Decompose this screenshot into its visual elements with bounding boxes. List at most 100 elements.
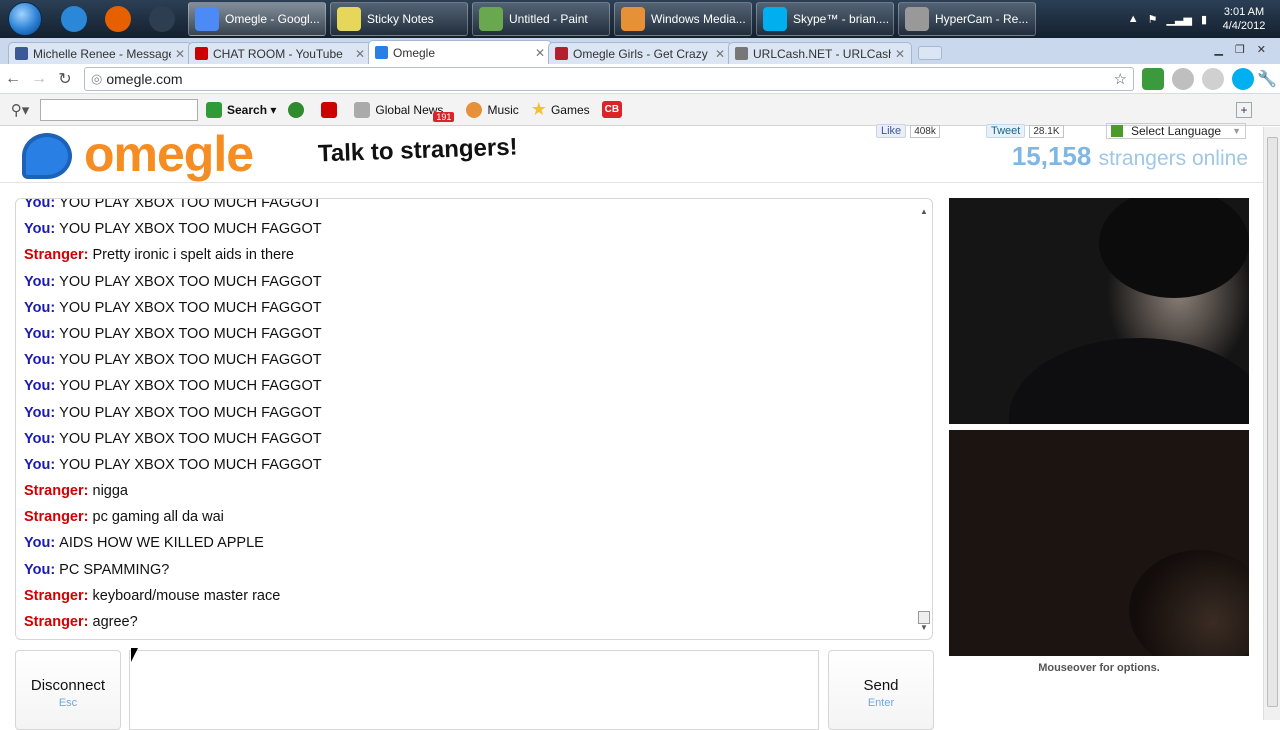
chat-message: You: YOU PLAY XBOX TOO MUCH FAGGOT (24, 198, 904, 216)
wrench-menu-icon[interactable]: 🔧 (1254, 66, 1280, 92)
message-sender: You (24, 198, 51, 211)
taskbar-item[interactable]: Untitled - Paint (472, 2, 610, 36)
stranger-video[interactable] (949, 198, 1249, 424)
taskbar-item[interactable]: Omegle - Googl... (188, 2, 326, 36)
browser-tab[interactable]: Michelle Renee - Messages ✕ (8, 42, 192, 64)
language-select[interactable]: Select Language ▼ (1106, 123, 1246, 139)
show-hidden-icons-icon[interactable]: ▲ (1128, 13, 1139, 25)
taskbar-item[interactable]: Skype™ - brian.... (756, 2, 894, 36)
browser-tab[interactable]: Omegle ✕ (368, 40, 552, 64)
new-tab-button[interactable] (918, 46, 942, 60)
search-input[interactable] (40, 98, 198, 121)
chat-message: Stranger: pc gaming all da wai (24, 509, 224, 526)
scroll-down-icon[interactable]: ▼ (917, 623, 931, 635)
close-tab-icon[interactable]: ✕ (175, 47, 185, 61)
skype-icon (763, 7, 787, 31)
taskbar-item[interactable]: Sticky Notes (330, 2, 468, 36)
bookmark-star-icon[interactable]: ☆ (1114, 70, 1127, 88)
message-text: AIDS HOW WE KILLED APPLE (59, 535, 264, 552)
minimize-icon[interactable]: ▁ (1214, 43, 1222, 56)
favicon-icon (735, 47, 748, 60)
chat-message: You: AIDS HOW WE KILLED APPLE (24, 535, 264, 552)
start-button[interactable] (8, 2, 42, 36)
toolbar-green-button[interactable] (288, 101, 309, 118)
search-button[interactable]: Search ▾ (206, 101, 276, 118)
send-label: Send (863, 677, 899, 694)
disconnect-button[interactable]: Disconnect Esc (15, 650, 121, 730)
extension-feed-icon[interactable] (1202, 67, 1224, 90)
youtube-icon (321, 101, 338, 118)
favicon-icon (555, 47, 568, 60)
search-icon[interactable]: ⚲▾ (0, 101, 40, 119)
chat-area: You: YOU PLAY XBOX TOO MUCH FAGGOT You: Y… (0, 184, 1280, 730)
facebook-like[interactable]: Like 408k (876, 124, 940, 138)
battery-icon[interactable]: ▮ (1201, 13, 1207, 26)
skype-extension-icon[interactable] (1232, 67, 1254, 90)
browser-tab[interactable]: CHAT ROOM - YouTube ✕ (188, 42, 372, 64)
network-signal-icon[interactable]: ▁▃▅ (1167, 13, 1192, 26)
message-text: YOU PLAY XBOX TOO MUCH FAGGOT (59, 352, 322, 369)
hypercam-icon (905, 7, 929, 31)
omegle-logo-icon (22, 133, 72, 179)
message-sender: Stranger (24, 509, 84, 526)
action-center-flag-icon[interactable]: ⚑ (1148, 13, 1158, 26)
tweet-button[interactable]: Tweet (986, 124, 1026, 138)
music-button[interactable]: Music (466, 101, 519, 118)
message-text: YOU PLAY XBOX TOO MUCH FAGGOT (59, 430, 322, 447)
extension-globe-icon[interactable] (1172, 67, 1194, 90)
news-icon (354, 101, 371, 118)
tweet[interactable]: Tweet 28.1K (986, 124, 1064, 138)
stranger-hair (1099, 198, 1249, 298)
send-button[interactable]: Send Enter (828, 650, 934, 730)
browser-tab[interactable]: URLCash.NET - URLCash.NI ✕ (728, 42, 912, 64)
close-tab-icon[interactable]: ✕ (715, 47, 725, 61)
chat-scrollbar[interactable]: ▲ ▼ (917, 207, 931, 635)
browser-tab[interactable]: Omegle Girls - Get Crazy wi ✕ (548, 42, 732, 64)
scroll-up-icon[interactable]: ▲ (917, 207, 931, 219)
message-text: PC SPAMMING? (59, 561, 170, 578)
address-bar[interactable]: ◎ omegle.com ☆ (84, 66, 1134, 91)
clock[interactable]: 3:01 AM 4/4/2012 (1216, 5, 1272, 33)
forward-button[interactable]: → (26, 66, 52, 92)
extension-green-icon[interactable] (1142, 67, 1164, 90)
close-tab-icon[interactable]: ✕ (535, 46, 545, 60)
star-icon: ★ (530, 99, 547, 119)
global-news-button[interactable]: Global News 191 (354, 98, 455, 122)
self-video[interactable] (949, 430, 1249, 656)
message-text: agree? (92, 614, 138, 630)
restore-icon[interactable]: ❐ (1235, 43, 1245, 56)
message-text: pc gaming all da wai (92, 509, 224, 526)
taskbar-item[interactable]: Windows Media... (614, 2, 752, 36)
back-button[interactable]: ← (0, 66, 26, 92)
chevron-down-icon: ▼ (1232, 126, 1241, 136)
youtube-button[interactable] (321, 101, 342, 118)
pinned-firefox-button[interactable] (96, 1, 140, 37)
pinned-app-button[interactable] (140, 1, 184, 37)
chat-log-box[interactable]: You: YOU PLAY XBOX TOO MUCH FAGGOT You: Y… (15, 198, 933, 640)
pinned-ie-button[interactable] (52, 1, 96, 37)
add-toolbar-button[interactable]: + (1236, 101, 1252, 118)
search-toolbar: ⚲▾ Search ▾ Global News 191 Music ★ Game… (0, 94, 1280, 126)
windows-taskbar: Omegle - Googl... Sticky Notes Untitled - … (0, 0, 1280, 38)
reload-button[interactable]: ↻ (52, 66, 78, 92)
chat-log: You: YOU PLAY XBOX TOO MUCH FAGGOT You: Y… (24, 198, 904, 635)
chat-message: You: YOU PLAY XBOX TOO MUCH FAGGOT (24, 404, 322, 421)
omegle-logo[interactable]: omegle (84, 125, 254, 183)
cb-icon: CB (601, 101, 623, 118)
games-button[interactable]: ★ Games (531, 99, 590, 120)
favicon-icon (195, 47, 208, 60)
message-sender: You (24, 456, 51, 473)
close-window-icon[interactable]: ✕ (1257, 43, 1266, 56)
clock-time: 3:01 AM (1223, 6, 1265, 18)
page-scroll-thumb[interactable] (1267, 137, 1278, 707)
message-input[interactable] (129, 650, 819, 730)
close-tab-icon[interactable]: ✕ (355, 47, 365, 61)
cb-button[interactable]: CB (601, 101, 623, 118)
message-sender: Stranger (24, 247, 84, 264)
close-tab-icon[interactable]: ✕ (895, 47, 905, 61)
chrome-icon (195, 7, 219, 31)
language-label: Select Language (1131, 124, 1222, 138)
page-scrollbar[interactable] (1263, 127, 1280, 720)
facebook-like-button[interactable]: Like (876, 124, 907, 138)
taskbar-item[interactable]: HyperCam - Re... (898, 2, 1036, 36)
